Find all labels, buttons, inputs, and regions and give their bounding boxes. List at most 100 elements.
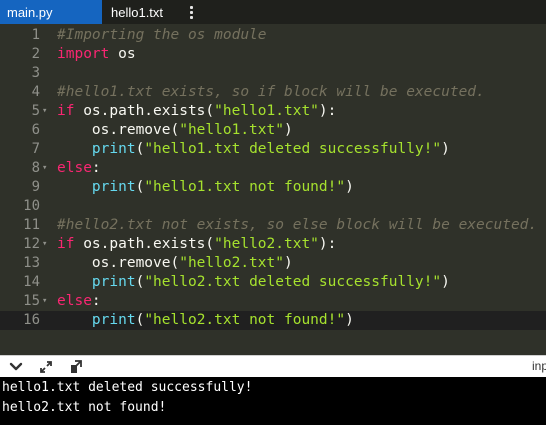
fold-arrow-icon[interactable]: ▾ — [42, 292, 50, 311]
console-line: hello1.txt deleted successfully! — [2, 380, 253, 395]
code-text: os.remove("hello2.txt") — [57, 254, 293, 273]
code-text: print("hello2.txt deleted successfully!"… — [57, 273, 450, 292]
code-token: "hello2.txt" — [179, 255, 284, 271]
code-text: print("hello1.txt deleted successfully!"… — [57, 140, 450, 159]
line-number: 13 — [23, 255, 40, 271]
line-number: 15 — [23, 293, 40, 309]
code-token: : — [91, 160, 101, 176]
code-token: ) — [345, 312, 354, 328]
code-line[interactable]: 6 os.remove("hello1.txt") — [0, 121, 546, 140]
input-tab-label[interactable]: input — [532, 359, 546, 373]
code-token: if — [57, 103, 75, 119]
line-number: 4 — [31, 84, 40, 100]
code-text: else: — [57, 292, 101, 311]
tab-menu-button[interactable] — [182, 0, 200, 24]
code-token: #hello2.txt not exists, so else block wi… — [57, 217, 538, 233]
line-number: 10 — [23, 198, 40, 214]
code-token: os.path.exists( — [74, 236, 215, 252]
code-token: ( — [135, 312, 145, 328]
code-token: "hello2.txt not found!" — [144, 312, 346, 328]
line-number: 14 — [23, 274, 40, 290]
code-token: : — [91, 293, 101, 309]
code-line[interactable]: 4 #hello1.txt exists, so if block will be… — [0, 83, 546, 102]
code-token: print — [91, 312, 136, 328]
code-token: else — [57, 160, 92, 176]
code-text: #hello2.txt not exists, so else block wi… — [57, 216, 537, 235]
code-token: if — [57, 236, 75, 252]
code-token: ) — [345, 179, 354, 195]
console-toolbar: input — [0, 355, 546, 377]
code-line[interactable]: 1 #Importing the os module — [0, 26, 546, 45]
fold-arrow-icon[interactable]: ▾ — [42, 159, 50, 178]
code-text: #Importing the os module — [57, 26, 267, 45]
code-token: print — [91, 141, 136, 157]
code-token: "hello1.txt" — [214, 103, 319, 119]
code-token: os.remove( — [57, 122, 180, 138]
code-token: "hello1.txt not found!" — [144, 179, 346, 195]
code-token: ): — [318, 103, 337, 119]
code-token: ( — [135, 274, 145, 290]
code-line[interactable]: 14 print("hello2.txt deleted successfull… — [0, 273, 546, 292]
code-text: if os.path.exists("hello1.txt"): — [57, 102, 336, 121]
tab-label: main.py — [7, 4, 53, 20]
code-editor[interactable]: 1 #Importing the os module 2 import os 3 4 #he… — [0, 24, 546, 355]
code-line[interactable]: 10 — [0, 197, 546, 216]
code-token: "hello1.txt" — [179, 122, 284, 138]
code-text: import os — [57, 45, 136, 64]
share-icon[interactable] — [68, 359, 84, 375]
tab-main-py[interactable]: main.py — [0, 0, 102, 24]
code-line[interactable]: 8 ▾ else: — [0, 159, 546, 178]
line-number: 9 — [31, 179, 40, 195]
file-tab-bar: main.py hello1.txt — [0, 0, 546, 24]
kebab-menu-icon — [189, 5, 193, 20]
code-text: os.remove("hello1.txt") — [57, 121, 293, 140]
code-token: ( — [135, 179, 145, 195]
code-token: #hello1.txt exists, so if block will be … — [57, 84, 485, 100]
fold-arrow-icon[interactable]: ▾ — [42, 102, 50, 121]
code-token: os.path.exists( — [74, 103, 215, 119]
code-line[interactable]: 9 print("hello1.txt not found!") — [0, 178, 546, 197]
code-line[interactable]: 2 import os — [0, 45, 546, 64]
code-line[interactable]: 11 #hello2.txt not exists, so else block … — [0, 216, 546, 235]
tab-hello1-txt[interactable]: hello1.txt — [102, 0, 182, 24]
expand-icon[interactable] — [38, 359, 54, 375]
console-output: hello1.txt deleted successfully! hello2.… — [0, 377, 546, 425]
code-token: ) — [283, 255, 293, 271]
code-line[interactable]: 15 ▾ else: — [0, 292, 546, 311]
code-token: ): — [318, 236, 337, 252]
fold-arrow-icon[interactable]: ▾ — [42, 235, 50, 254]
line-number: 16 — [23, 312, 40, 328]
code-text: else: — [57, 159, 101, 178]
code-line[interactable]: 5 ▾ if os.path.exists("hello1.txt"): — [0, 102, 546, 121]
code-line[interactable]: 16 print("hello2.txt not found!") — [0, 311, 546, 330]
tab-label: hello1.txt — [111, 4, 164, 20]
line-number: 8 — [31, 160, 40, 176]
code-token: "hello2.txt deleted successfully!" — [144, 274, 442, 290]
code-token: print — [91, 179, 136, 195]
code-token: print — [91, 274, 136, 290]
code-token: ( — [135, 141, 145, 157]
code-text: print("hello2.txt not found!") — [57, 311, 354, 330]
console-line: hello2.txt not found! — [2, 400, 167, 415]
code-line[interactable]: 13 os.remove("hello2.txt") — [0, 254, 546, 273]
code-token: "hello1.txt deleted successfully!" — [144, 141, 442, 157]
code-token: ) — [441, 141, 450, 157]
code-token: #Importing the os module — [57, 27, 267, 43]
code-token: ) — [283, 122, 293, 138]
code-line[interactable]: 3 — [0, 64, 546, 83]
code-token: os.remove( — [57, 255, 180, 271]
code-line[interactable]: 12 ▾ if os.path.exists("hello2.txt"): — [0, 235, 546, 254]
code-text: #hello1.txt exists, so if block will be … — [57, 83, 485, 102]
line-number: 5 — [31, 103, 40, 119]
line-number: 2 — [31, 46, 40, 62]
line-number: 1 — [31, 27, 40, 43]
line-number: 3 — [31, 65, 40, 81]
code-token: else — [57, 293, 92, 309]
code-line[interactable]: 7 print("hello1.txt deleted successfully… — [0, 140, 546, 159]
line-number: 7 — [31, 141, 40, 157]
code-token: ) — [441, 274, 450, 290]
chevron-down-icon[interactable] — [8, 359, 24, 375]
